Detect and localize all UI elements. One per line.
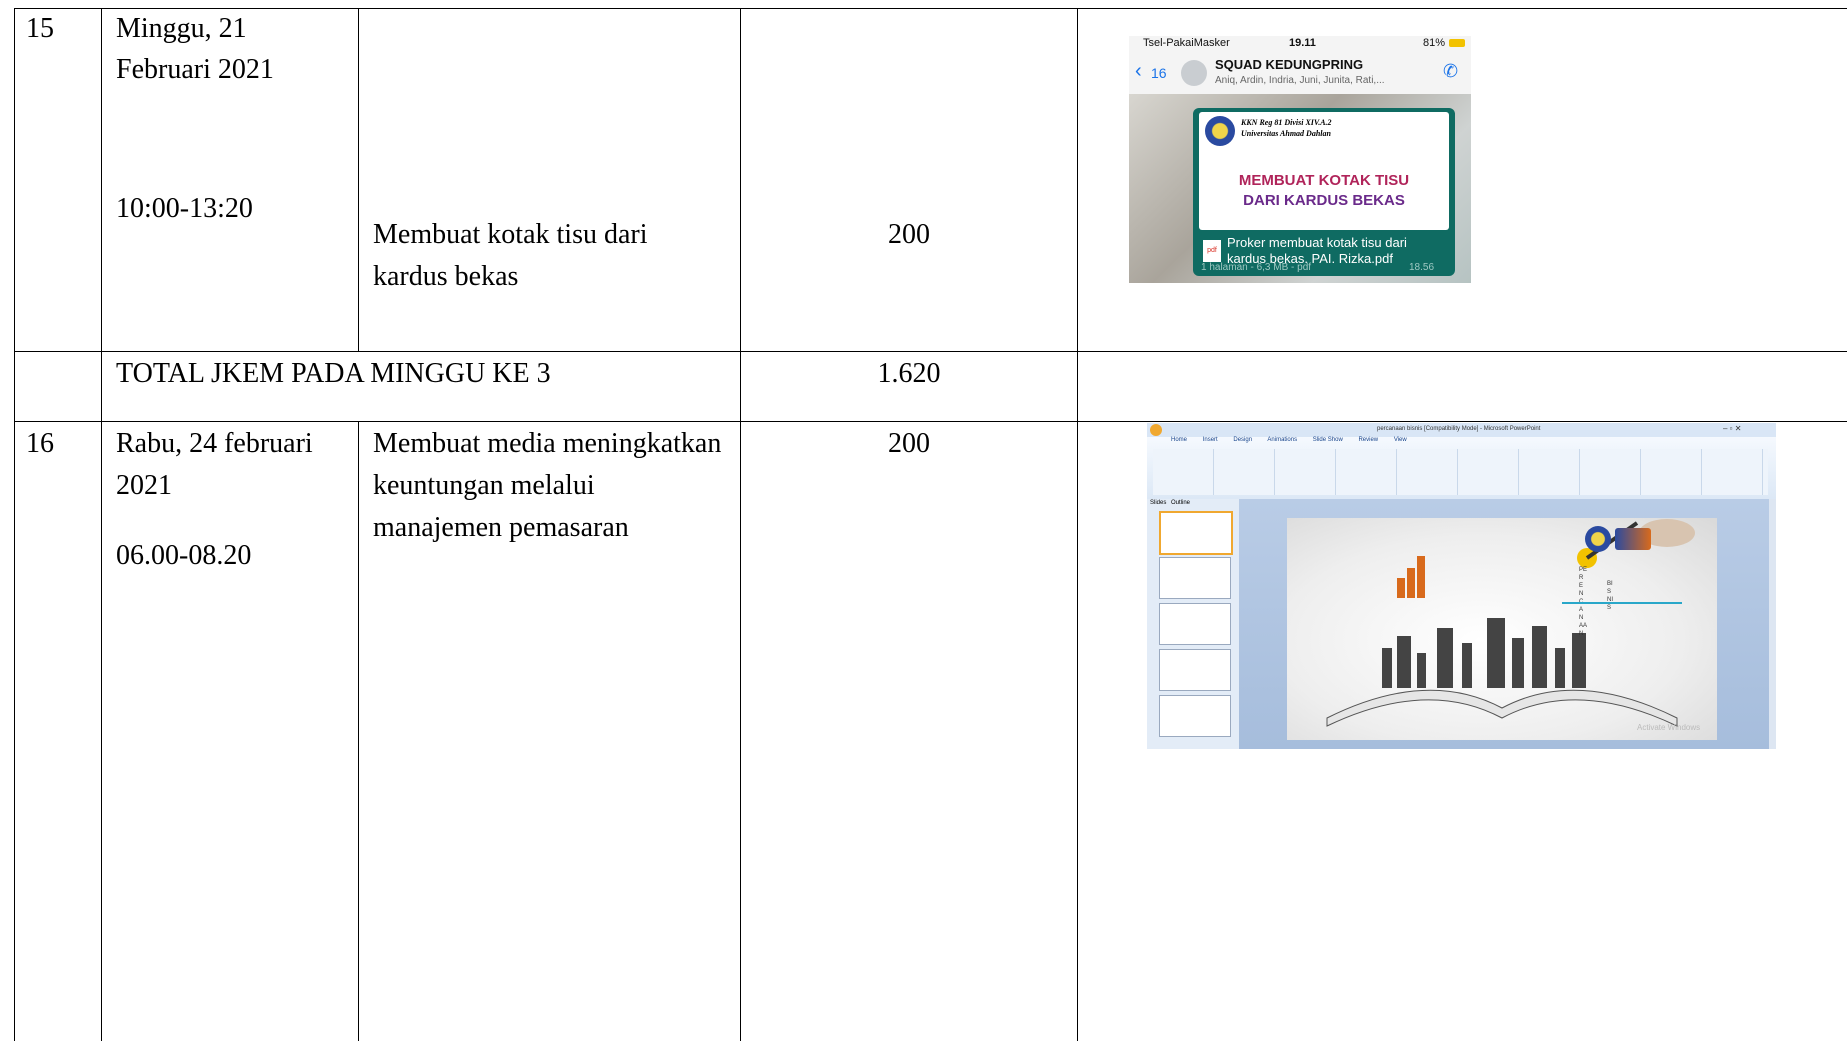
- ribbon-tabs: Home Insert Design Animations Slide Show…: [1171, 437, 1407, 443]
- back-icon[interactable]: ‹: [1135, 60, 1142, 83]
- current-slide[interactable]: PERENCANAAN BISNIS Activate Windows: [1287, 518, 1717, 740]
- ribbon-tab[interactable]: Design: [1233, 437, 1252, 443]
- slide-vertical-subtitle: BISNIS: [1607, 581, 1613, 611]
- col-border-activity: [740, 8, 741, 1041]
- ppt-ribbon: Home Insert Design Animations Slide Show…: [1147, 437, 1776, 500]
- powerpoint-screenshot: percanaan bisnis [Compatibility Mode] - …: [1147, 423, 1776, 749]
- time-range: 10:00-13:20: [116, 193, 253, 224]
- slide-thumbnail[interactable]: [1159, 557, 1231, 599]
- time-range: 06.00-08.20: [116, 540, 252, 571]
- slide-thumbnail[interactable]: [1159, 649, 1231, 691]
- ribbon-tab[interactable]: Review: [1358, 437, 1378, 443]
- total-value: 1.620: [877, 358, 941, 389]
- window-controls[interactable]: – ▫ ✕: [1723, 424, 1741, 433]
- phone-status-bar: Tsel-PakaiMasker 19.11 81%: [1129, 36, 1471, 52]
- ppt-title-bar: percanaan bisnis [Compatibility Mode] - …: [1147, 423, 1776, 437]
- ribbon-tab[interactable]: Insert: [1203, 437, 1218, 443]
- attachment-meta: 1 halaman - 6,3 MB - pdf: [1201, 262, 1312, 273]
- carrier: Tsel-PakaiMasker: [1143, 37, 1230, 49]
- row-number: 16: [26, 428, 54, 459]
- attachment-time: 18.56: [1409, 262, 1435, 273]
- total-label: TOTAL JKEM PADA MINGGU KE 3: [116, 358, 551, 389]
- window-title: percanaan bisnis [Compatibility Mode] - …: [1377, 426, 1541, 432]
- clock: 19.11: [1289, 37, 1316, 49]
- row-number: 15: [26, 13, 54, 44]
- windows-watermark: Activate Windows: [1637, 723, 1701, 732]
- date-line: Rabu, 24 februari: [116, 428, 313, 459]
- col-border-date: [358, 421, 359, 1041]
- back-count[interactable]: 16: [1151, 65, 1167, 81]
- headline-line-1: MEMBUAT KOTAK TISU: [1238, 172, 1410, 189]
- group-members: Aniq, Ardin, Indria, Juni, Junita, Rati,…: [1215, 75, 1385, 86]
- ribbon-groups: [1153, 449, 1768, 495]
- row-divider: [14, 351, 1847, 352]
- col-border-date: [358, 8, 359, 351]
- org-line-1: KKN Reg 81 Divisi XIV.A.2: [1241, 118, 1332, 127]
- book-city-illustration: [1326, 519, 1695, 727]
- battery-level: 81%: [1423, 37, 1446, 49]
- vertical-scrollbar[interactable]: [1769, 499, 1776, 749]
- ribbon-tab[interactable]: View: [1394, 437, 1407, 443]
- date-line: 2021: [116, 470, 172, 501]
- whatsapp-screenshot: Tsel-PakaiMasker 19.11 81% ‹ 16 SQUAD KE…: [1129, 36, 1471, 283]
- add-call-icon[interactable]: ✆: [1443, 61, 1458, 82]
- col-border-jkem: [1077, 8, 1078, 1041]
- slide-thumbnail[interactable]: [1159, 603, 1231, 645]
- university-logo-icon: [1585, 526, 1611, 552]
- slide-thumbnail[interactable]: [1159, 695, 1231, 737]
- group-name: SQUAD KEDUNGPRING: [1215, 57, 1364, 72]
- date-line: Minggu, 21: [116, 13, 247, 44]
- office-button-icon[interactable]: [1150, 424, 1162, 436]
- ribbon-tab[interactable]: Home: [1171, 437, 1187, 443]
- activity-text: Membuat media meningkatkan keuntungan me…: [373, 428, 722, 543]
- document-preview: KKN Reg 81 Divisi XIV.A.2 Universitas Ah…: [1199, 112, 1449, 230]
- col-border-left: [14, 8, 15, 1041]
- ribbon-tab[interactable]: Animations: [1267, 437, 1297, 443]
- pdf-file-icon: pdf: [1203, 240, 1221, 262]
- slide-thumbnail[interactable]: [1159, 511, 1233, 555]
- jkem-value: 200: [888, 428, 930, 459]
- org-line-2: Universitas Ahmad Dahlan: [1241, 129, 1331, 138]
- headline-line-2: DARI KARDUS BEKAS: [1243, 192, 1405, 209]
- panel-tab[interactable]: Slides: [1150, 500, 1166, 506]
- document-page: 15 Minggu, 21 Februari 2021 10:00-13:20 …: [0, 0, 1847, 1041]
- col-border-no: [101, 8, 102, 1041]
- slides-panel: Slides Outline: [1147, 499, 1240, 749]
- activity-text: Membuat kotak tisu dari kardus bekas: [373, 219, 648, 292]
- university-logo-icon: [1205, 116, 1235, 146]
- kkn-logo-icon: [1615, 528, 1651, 550]
- chat-header: ‹ 16 SQUAD KEDUNGPRING Aniq, Ardin, Indr…: [1129, 52, 1471, 95]
- table-top-border: [14, 8, 1847, 9]
- jkem-value: 200: [888, 219, 930, 250]
- slide-accent-line: [1562, 602, 1682, 604]
- battery-icon: [1449, 39, 1465, 47]
- panel-tab[interactable]: Outline: [1171, 500, 1190, 506]
- date-line: Februari 2021: [116, 54, 274, 85]
- ribbon-tab[interactable]: Slide Show: [1313, 437, 1343, 443]
- group-avatar-icon: [1181, 60, 1207, 86]
- row-divider: [14, 421, 1847, 422]
